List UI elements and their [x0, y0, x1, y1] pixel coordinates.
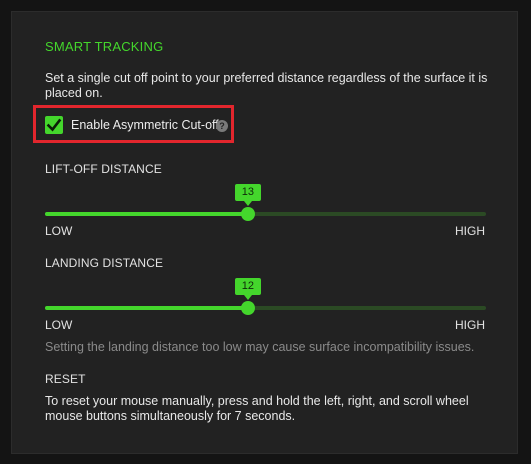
lift-off-slider-thumb[interactable] [240, 207, 255, 221]
lift-off-low-label: LOW [45, 224, 73, 238]
lift-off-distance-label: LIFT-OFF DISTANCE [45, 162, 162, 176]
lift-off-value-bubble: 13 [234, 184, 261, 206]
landing-distance-label: LANDING DISTANCE [45, 256, 164, 270]
asymmetric-cutoff-checkbox[interactable] [45, 116, 63, 134]
landing-warning: Setting the landing distance too low may… [45, 340, 475, 354]
checkmark-icon [46, 118, 62, 132]
landing-value-bubble: 12 [234, 278, 261, 300]
landing-slider-fill [45, 306, 248, 310]
landing-slider[interactable] [45, 301, 486, 315]
landing-low-label: LOW [45, 318, 73, 332]
lift-off-high-label: HIGH [455, 224, 485, 238]
lift-off-slider-fill [45, 212, 248, 216]
smart-tracking-panel: SMART TRACKING Set a single cut off poin… [11, 11, 518, 454]
lift-off-slider[interactable] [45, 207, 486, 221]
smart-tracking-description: Set a single cut off point to your prefe… [45, 71, 488, 100]
reset-label: RESET [45, 372, 86, 386]
landing-slider-thumb[interactable] [240, 301, 255, 315]
asymmetric-cutoff-label[interactable]: Enable Asymmetric Cut-off [71, 118, 219, 132]
reset-description: To reset your mouse manually, press and … [45, 394, 469, 423]
section-title: SMART TRACKING [45, 39, 164, 54]
help-icon[interactable]: ? [216, 120, 228, 132]
landing-high-label: HIGH [455, 318, 485, 332]
